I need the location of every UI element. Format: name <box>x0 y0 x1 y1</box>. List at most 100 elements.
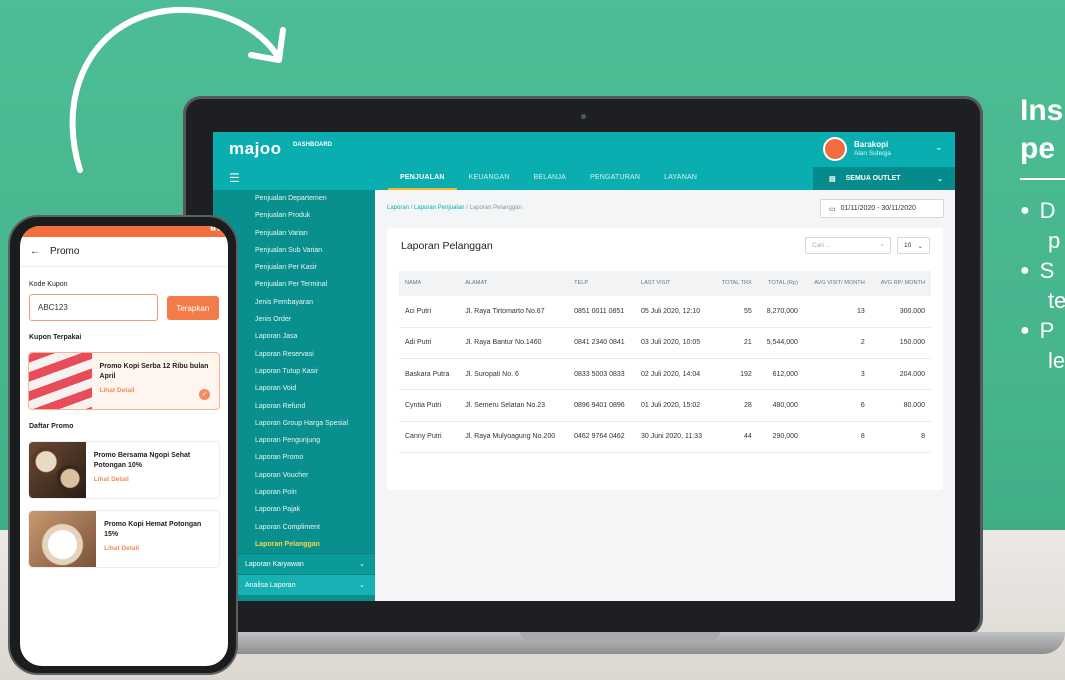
menu-icon[interactable]: ☰ <box>229 172 240 184</box>
table-cell: 8,270,000 <box>757 296 804 328</box>
phone-title: Promo <box>50 246 80 257</box>
sidebar-item[interactable]: Penjualan Departemen <box>213 190 375 207</box>
table-cell: 8 <box>870 421 931 453</box>
table-cell: 05 Juli 2020, 12:10 <box>634 296 713 328</box>
table-cell: 300.000 <box>870 296 931 328</box>
search-icon: ⌕ <box>880 242 884 249</box>
column-header: AVG RP/ MONTH <box>870 271 931 296</box>
table-cell: 8 <box>803 421 871 453</box>
table-cell: 13 <box>803 296 871 328</box>
chevron-down-icon[interactable]: ⌄ <box>935 142 943 153</box>
table-cell: Cyntia Putri <box>399 389 460 422</box>
app-logo[interactable]: majoo <box>229 139 282 159</box>
table-cell: 03 Juli 2020, 10:05 <box>634 327 713 360</box>
tab-layanan[interactable]: LAYANAN <box>652 167 709 190</box>
promo-detail-link[interactable]: Lihat Detail <box>104 545 211 552</box>
status-bar: ▮▮ ▮ <box>20 226 228 237</box>
user-name: Barakopi <box>854 140 889 149</box>
apply-button[interactable]: Terapkan <box>166 296 219 320</box>
table-row[interactable]: Cyntia Putri Jl. Semeru Selatan No.23 0896… <box>399 389 931 422</box>
per-page-select[interactable]: 10 ⌄ <box>897 237 930 254</box>
table-cell: 3 <box>803 358 871 391</box>
promo-detail-link[interactable]: Lihat Detail <box>100 387 211 394</box>
date-range-picker[interactable]: ▭ 01/11/2020 - 30/11/2020 <box>820 199 944 218</box>
promo-detail-link[interactable]: Lihat Detail <box>94 476 211 483</box>
promo-card-selected[interactable]: Promo Kopi Serba 12 Ribu bulan April Lih… <box>28 352 220 410</box>
used-coupon-label: Kupon Terpakai <box>29 334 82 341</box>
side-title-line2: pe <box>1020 132 1056 165</box>
calendar-icon: ▭ <box>829 205 836 213</box>
table-cell: 6 <box>803 389 871 422</box>
promo-title: Promo Bersama Ngopi Sehat Potongan 10% <box>93 452 191 469</box>
customer-table: NAMA ALAMAT TELP LAST VISIT TOTAL TRX TOTAL (… <box>399 271 931 453</box>
promo-title: Promo Kopi Serba 12 Ribu bulan April <box>99 363 209 380</box>
back-arrow-icon[interactable]: ← <box>30 246 40 257</box>
chevron-down-icon: ⌄ <box>937 175 943 183</box>
side-heading: Ins pe ● D p ● S te ● P le <box>1020 92 1065 376</box>
table-cell: 02 Juli 2020, 14:04 <box>634 358 713 391</box>
breadcrumb-link[interactable]: Laporan Penjualan <box>414 205 464 211</box>
main-tabs: PENJUALAN KEUANGAN BELANJA PENGATURAN LA… <box>388 167 709 190</box>
table-cell: 204.000 <box>870 358 931 391</box>
table-row[interactable]: Adi Putri Jl. Raya Bantur No.1460 0841 234… <box>399 327 931 360</box>
report-card: Laporan Pelanggan Cari ... ⌕ 10 ⌄ NAMA AL… <box>387 228 943 490</box>
table-cell: 0851 0011 0851 <box>568 296 635 328</box>
dashboard-screen: majoo DASHBOARD Barakopi Alan Suteqja ⌄ … <box>213 132 955 601</box>
table-row[interactable]: Aci Putri Jl. Raya Tirtomarto No.67 0851 0… <box>399 296 931 328</box>
table-cell: 5,544,000 <box>757 327 804 360</box>
table-cell: 21 <box>712 327 758 360</box>
table-cell: Jl. Suropati No. 6 <box>459 358 569 391</box>
search-input[interactable]: Cari ... ⌕ <box>805 237 891 254</box>
table-cell: Adi Putri <box>399 327 460 360</box>
chevron-down-icon: ⌄ <box>917 243 923 250</box>
promo-image <box>29 442 86 498</box>
table-cell: 612,000 <box>757 358 804 391</box>
table-cell: 55 <box>712 296 758 328</box>
table-cell: 0833 5003 0833 <box>568 358 635 391</box>
promo-list-label: Daftar Promo <box>29 423 74 430</box>
tab-pengaturan[interactable]: PENGATURAN <box>578 167 652 190</box>
table-cell: 150.000 <box>870 327 931 360</box>
table-cell: 44 <box>712 421 758 453</box>
table-cell: 0462 9764 0462 <box>568 421 635 453</box>
tab-penjualan[interactable]: PENJUALAN <box>388 167 457 190</box>
user-subtitle: Alan Suteqja <box>854 150 891 157</box>
column-header: NAMA <box>399 271 460 296</box>
webcam <box>581 114 586 119</box>
app-logo-sub: DASHBOARD <box>293 142 332 148</box>
table-cell: 28 <box>712 389 758 422</box>
chevron-down-icon: ⌄ <box>359 582 365 590</box>
phone-screen: ▮▮ ▮ ← Promo Kode Kupon ABC123 Terapkan … <box>20 226 228 666</box>
breadcrumb-current: Laporan Pelanggan <box>469 205 522 211</box>
table-row[interactable]: Canny Putri Jl. Raya Mulyoagung No.200 046… <box>399 421 931 453</box>
bullet-item-cont: p <box>1048 228 1061 253</box>
table-cell: 01 Juli 2020, 15:02 <box>634 389 713 422</box>
promo-card[interactable]: Promo Kopi Hemat Potongan 15% Lihat Deta… <box>28 510 220 568</box>
breadcrumb-link[interactable]: Laporan <box>387 205 409 211</box>
chevron-down-icon: ⌄ <box>359 561 365 569</box>
main-content: Laporan / Laporan Penjualan / Laporan Pe… <box>375 190 955 601</box>
avatar[interactable] <box>823 137 847 161</box>
sidebar-item[interactable]: Penjualan Produk <box>213 207 375 224</box>
promo-card[interactable]: Promo Bersama Ngopi Sehat Potongan 10% L… <box>28 441 220 499</box>
table-row[interactable]: Baskara Putra Jl. Suropati No. 6 0833 5003… <box>399 358 931 391</box>
promo-title: Promo Kopi Hemat Potongan 15% <box>104 521 202 538</box>
table-cell: 80.000 <box>870 389 931 422</box>
table-cell: Jl. Semeru Selatan No.23 <box>459 389 569 422</box>
divider <box>1020 178 1065 180</box>
column-header: TOTAL (Rp) <box>757 271 804 296</box>
table-cell: 2 <box>803 327 871 360</box>
tab-keuangan[interactable]: KEUANGAN <box>457 167 522 190</box>
bullet-item-cont: te <box>1048 288 1065 313</box>
table-cell: Jl. Raya Tirtomarto No.67 <box>459 296 569 328</box>
column-header: ALAMAT <box>459 271 569 296</box>
table-cell: 480,000 <box>757 389 804 422</box>
breadcrumb: Laporan / Laporan Penjualan / Laporan Pe… <box>387 205 522 211</box>
check-icon: ✓ <box>199 389 210 400</box>
tab-belanja[interactable]: BELANJA <box>521 167 578 190</box>
table-cell: 290,000 <box>757 421 804 453</box>
top-bar: majoo DASHBOARD Barakopi Alan Suteqja ⌄ <box>213 132 955 167</box>
table-cell: 30 Juni 2020, 11:33 <box>634 421 713 453</box>
outlet-selector[interactable]: ▤ SEMUA OUTLET ⌄ <box>813 167 955 190</box>
coupon-input[interactable]: ABC123 <box>29 294 158 321</box>
